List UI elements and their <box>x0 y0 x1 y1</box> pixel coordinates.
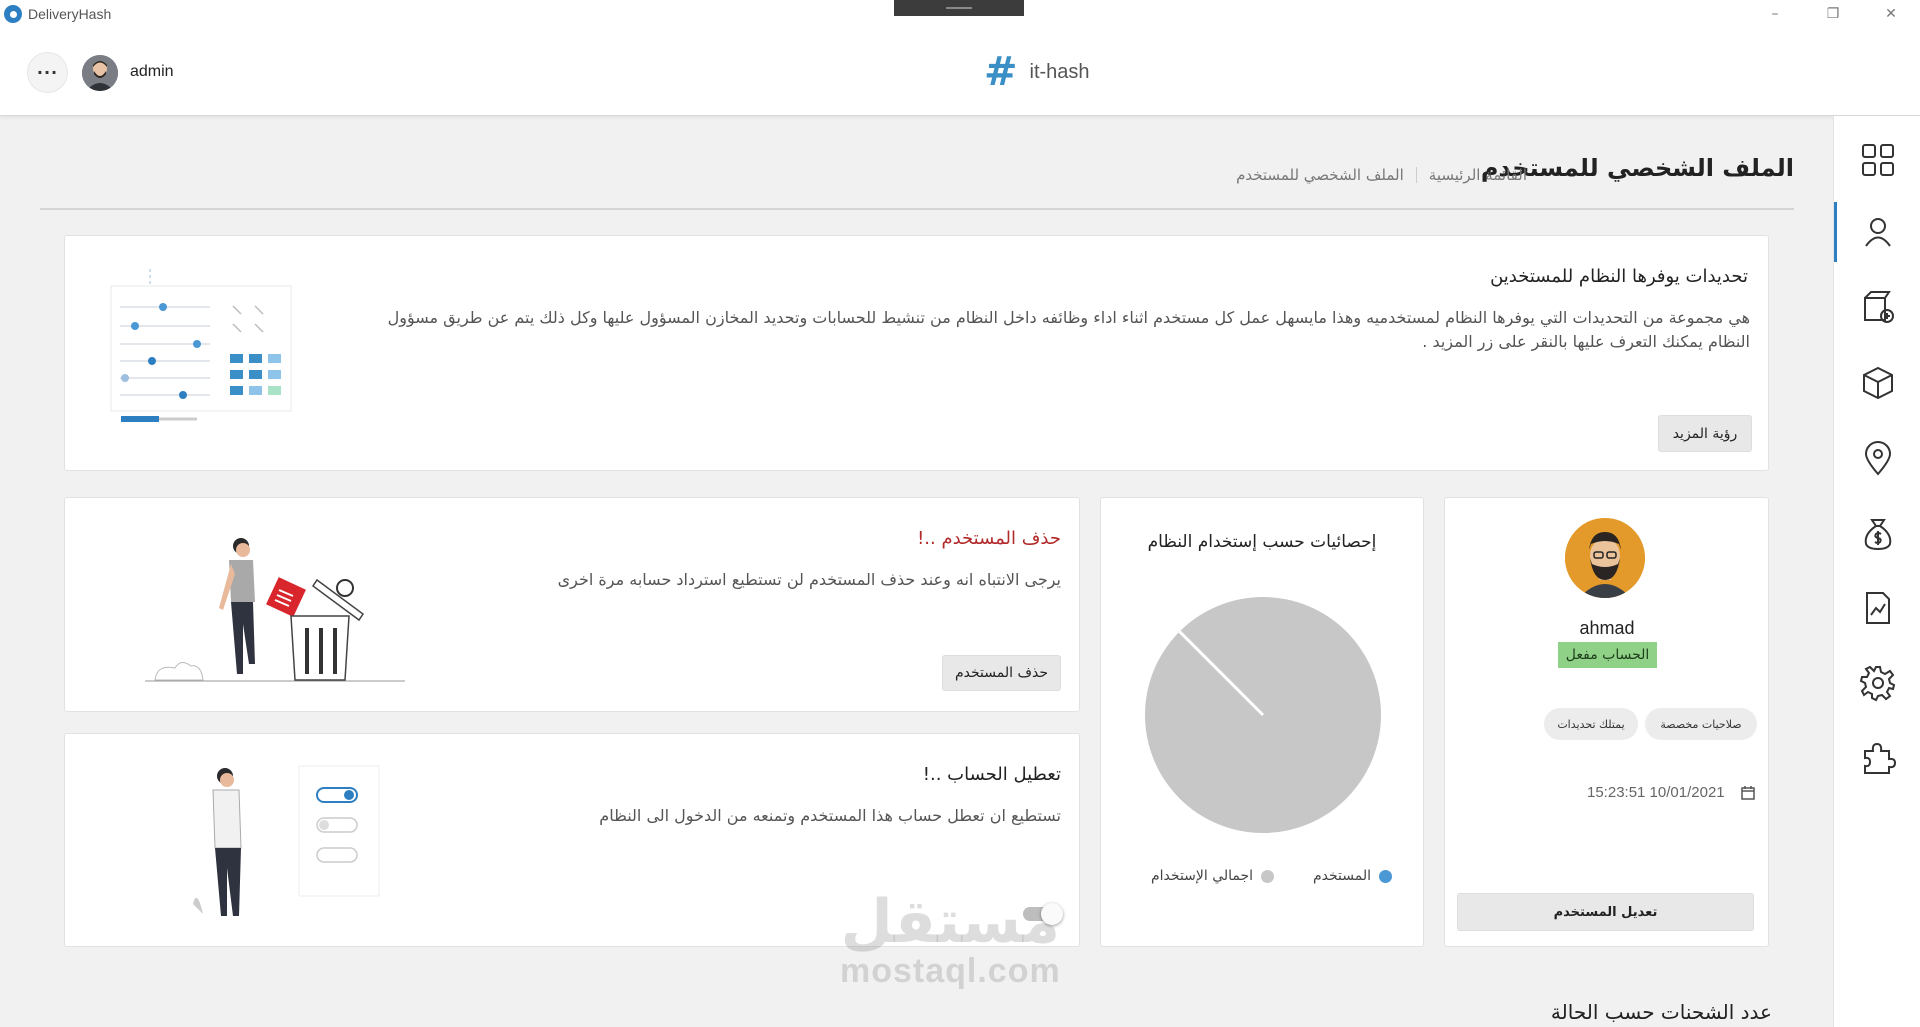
sidebar-item-settings[interactable] <box>1834 653 1920 713</box>
user-avatar[interactable] <box>82 55 118 91</box>
delete-user-title: حذف المستخدم ..! <box>917 528 1061 549</box>
disable-illustration <box>193 765 380 916</box>
legend-dot-total <box>1261 869 1275 883</box>
hash-logo-icon: # <box>984 49 1018 95</box>
breadcrumb-current: الملف الشخصي للمستخدم <box>1236 166 1404 184</box>
delete-user-card: حذف المستخدم ..! يرجى الانتباه انه وعند … <box>64 497 1080 712</box>
disable-account-title: تعطيل الحساب ..! <box>922 764 1061 785</box>
app-title: DeliveryHash <box>28 6 112 22</box>
mostaql-watermark: مستقل mostaql.com <box>840 892 1061 991</box>
window-titlebar: DeliveryHash – ❐ ✕ <box>0 0 1920 28</box>
sidebar-item-locations[interactable] <box>1834 428 1920 488</box>
delete-user-description: يرجى الانتباه انه وعند حذف المستخدم لن ت… <box>557 570 1061 589</box>
sidebar-item-plugins[interactable] <box>1834 728 1920 788</box>
package-box-icon <box>1862 366 1893 400</box>
updates-title: تحديدات يوفرها النظام للمستخدين <box>1490 266 1748 287</box>
watermark-latin: mostaql.com <box>840 952 1061 990</box>
legend-item-user: المستخدم <box>1313 868 1393 884</box>
location-pin-icon <box>1864 441 1891 476</box>
add-package-icon <box>1863 291 1894 323</box>
legend-label-total: اجمالي الإستخدام <box>1151 868 1254 884</box>
report-chart-icon <box>1865 592 1890 624</box>
legend-dot-user <box>1379 869 1393 883</box>
app-header: ··· admin # it-hash <box>0 28 1920 116</box>
breadcrumb-separator <box>1415 167 1417 183</box>
updates-card: تحديدات يوفرها النظام للمستخدين هي مجموع… <box>64 235 1769 471</box>
more-options-button[interactable]: ··· <box>27 52 68 93</box>
money-bag-icon <box>1864 519 1891 551</box>
brand-name: it-hash <box>1029 60 1090 83</box>
brand-logo: # it-hash <box>984 52 1090 92</box>
plugin-puzzle-icon <box>1863 742 1896 774</box>
usage-pie-chart <box>1145 597 1381 833</box>
sidebar-item-finance[interactable] <box>1834 503 1920 563</box>
calendar-icon <box>1741 786 1755 800</box>
usage-stats-card: إحصائيات حسب إستخدام النظام المستخدم اجم… <box>1100 497 1424 947</box>
ellipsis-icon: ··· <box>36 63 59 82</box>
profile-name: ahmad <box>1579 618 1635 638</box>
close-button[interactable]: ✕ <box>1862 0 1920 28</box>
account-status-badge: الحساب مفعل <box>1558 642 1657 668</box>
settings-illustration <box>110 269 292 422</box>
sidebar-item-reports[interactable] <box>1834 578 1920 638</box>
see-more-button[interactable]: رؤية المزيد <box>1658 415 1752 452</box>
right-sidebar <box>1833 116 1920 1027</box>
delete-illustration <box>145 538 405 682</box>
updates-description: هي مجموعة من التحديدات التي يوفرها النظا… <box>387 308 1750 351</box>
header-user-name[interactable]: admin <box>130 63 174 81</box>
profile-datetime: 15:23:51 10/01/2021 <box>1587 784 1725 801</box>
edit-user-button[interactable]: تعديل المستخدم <box>1457 893 1754 931</box>
profile-card: ahmad الحساب مفعل صلاحيات مخصصة يمتلك تح… <box>1444 497 1769 947</box>
minimize-button[interactable]: – <box>1746 0 1804 28</box>
drag-handle[interactable] <box>894 0 1024 16</box>
page-divider <box>40 208 1794 210</box>
user-icon <box>1864 218 1891 247</box>
has-restrictions-chip[interactable]: يمتلك تحديدات <box>1544 708 1638 740</box>
dashboard-grid-icon <box>1861 144 1894 176</box>
maximize-button[interactable]: ❐ <box>1804 0 1862 28</box>
breadcrumb-home-link[interactable]: القائمة الرئيسية <box>1429 166 1527 184</box>
profile-avatar <box>1565 518 1645 598</box>
legend-item-total: اجمالي الإستخدام <box>1151 868 1275 884</box>
sidebar-item-packages[interactable] <box>1834 353 1920 413</box>
breadcrumb: القائمة الرئيسية الملف الشخصي للمستخدم <box>1236 166 1527 184</box>
sidebar-item-user[interactable] <box>1834 202 1920 262</box>
app-logo-icon <box>4 5 22 23</box>
sidebar-item-add-package[interactable] <box>1834 277 1920 337</box>
stats-title: إحصائيات حسب إستخدام النظام <box>1147 532 1377 552</box>
sidebar-item-dashboard[interactable] <box>1834 130 1920 190</box>
legend-label-user: المستخدم <box>1313 868 1372 884</box>
shipments-section-title: عدد الشحنات حسب الحالة <box>1550 1000 1772 1024</box>
disable-account-description: تستطيع ان تعطل حساب هذا المستخدم وتمنعه … <box>599 806 1061 825</box>
custom-permissions-chip[interactable]: صلاحيات مخصصة <box>1645 708 1757 740</box>
watermark-arabic: مستقل <box>840 887 1061 957</box>
delete-user-button[interactable]: حذف المستخدم <box>942 655 1061 691</box>
page-title: الملف الشخصي للمستخدم <box>1480 154 1794 182</box>
settings-gear-icon <box>1859 665 1895 702</box>
